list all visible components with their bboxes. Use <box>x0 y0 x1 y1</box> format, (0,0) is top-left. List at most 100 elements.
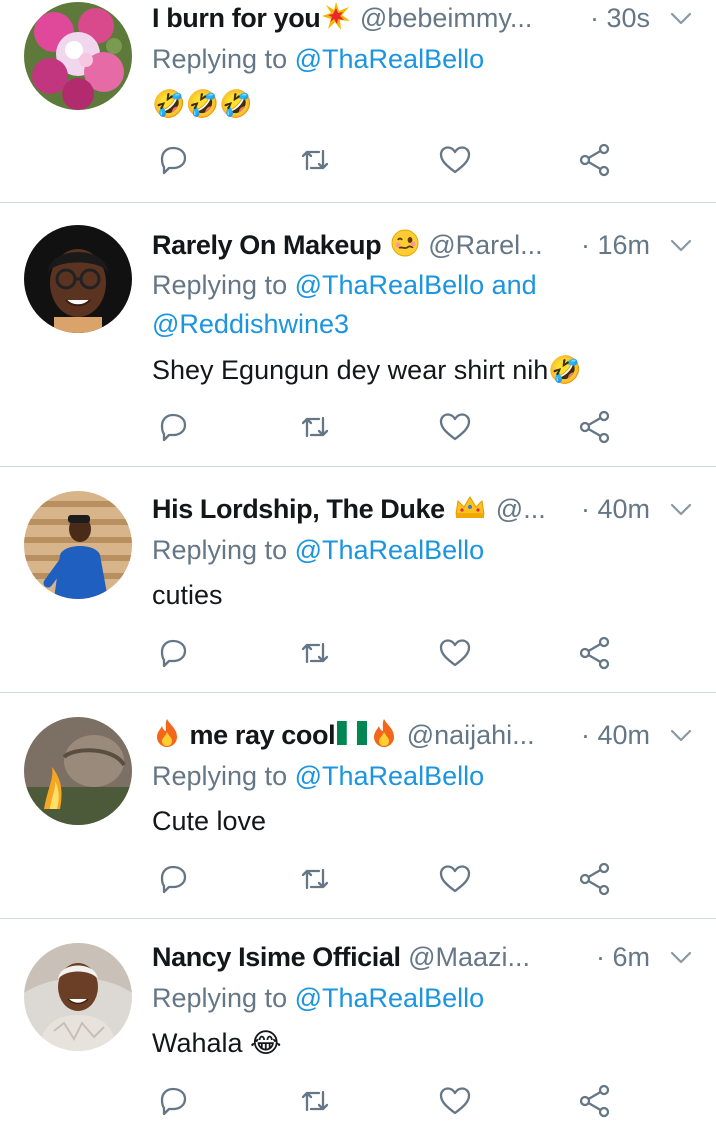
avatar[interactable] <box>24 491 132 599</box>
heart-icon <box>439 413 471 441</box>
display-name[interactable]: me ray cool <box>190 720 336 750</box>
timestamp[interactable]: · 30s <box>583 0 650 38</box>
chevron-down-icon[interactable] <box>668 722 694 748</box>
tweet-actions <box>0 1083 716 1119</box>
retweet-icon <box>301 868 329 890</box>
share-button[interactable] <box>577 861 613 897</box>
tweet-text: Cute love <box>152 806 267 836</box>
reply-button[interactable] <box>155 1083 191 1119</box>
tweet-header: Rarely On Makeup @Rarel... · 16m <box>152 225 696 265</box>
like-button[interactable] <box>437 409 473 445</box>
tweet[interactable]: me ray cool @naijahi... · 40m Replying t… <box>0 693 716 918</box>
replying-to: Replying to @ThaRealBello <box>152 982 484 1015</box>
display-name[interactable]: His Lordship, The Duke <box>152 494 445 524</box>
chevron-down-icon[interactable] <box>668 496 694 522</box>
user-handle[interactable]: @... <box>496 494 546 524</box>
replying-to-prefix: Replying to <box>152 761 288 791</box>
user-handle[interactable]: @Maazi... <box>408 942 530 972</box>
like-button[interactable] <box>437 142 473 178</box>
fire-emoji-icon <box>374 719 395 747</box>
tweet[interactable]: Rarely On Makeup @Rarel... · 16m Replyin… <box>0 203 716 466</box>
reply-icon <box>160 413 187 442</box>
reply-icon <box>160 639 187 668</box>
heart-icon <box>439 1087 471 1115</box>
mention-link[interactable]: @ThaRealBello <box>295 535 485 565</box>
share-icon <box>579 862 610 896</box>
avatar[interactable] <box>24 717 132 825</box>
tweet-text: 🤣🤣🤣 <box>152 89 253 119</box>
reply-button[interactable] <box>155 861 191 897</box>
avatar[interactable] <box>24 2 132 110</box>
share-button[interactable] <box>577 1083 613 1119</box>
replying-to-prefix: Replying to <box>152 44 288 74</box>
share-button[interactable] <box>577 635 613 671</box>
fire-emoji-icon <box>157 719 177 747</box>
replying-to: Replying to @ThaRealBello <box>152 760 484 793</box>
mention-link[interactable]: @ThaRealBello <box>295 44 485 74</box>
share-icon <box>579 1084 610 1118</box>
timestamp[interactable]: · 40m <box>574 489 650 529</box>
share-button[interactable] <box>577 142 613 178</box>
display-name[interactable]: I burn for you <box>152 3 321 33</box>
heart-icon <box>439 639 471 667</box>
reply-button[interactable] <box>155 409 191 445</box>
timestamp[interactable]: · 40m <box>574 715 650 755</box>
replying-to-line2: @Reddishwine3 <box>152 308 349 341</box>
retweet-button[interactable] <box>297 142 333 178</box>
heart-icon <box>439 865 471 893</box>
retweet-icon <box>301 642 329 664</box>
tweet-header: me ray cool @naijahi... · 40m <box>152 715 696 755</box>
user-handle[interactable]: @bebeimmy... <box>360 3 532 33</box>
reply-icon <box>160 146 187 175</box>
mention-and[interactable]: and <box>492 270 537 300</box>
mention-link[interactable]: @Reddishwine3 <box>152 309 349 339</box>
tweet-header: His Lordship, The Duke @... · 40m <box>152 489 696 529</box>
replying-to: Replying to @ThaRealBello <box>152 534 484 567</box>
chevron-down-icon[interactable] <box>668 232 694 258</box>
retweet-button[interactable] <box>297 861 333 897</box>
crown-emoji-icon <box>455 496 485 518</box>
tweet[interactable]: His Lordship, The Duke @... · 40m Replyi… <box>0 467 716 692</box>
like-button[interactable] <box>437 635 473 671</box>
display-name[interactable]: Rarely On Makeup <box>152 230 382 260</box>
display-name[interactable]: Nancy Isime Official <box>152 942 401 972</box>
avatar[interactable] <box>24 225 132 333</box>
tweet-text: Shey Egungun dey wear shirt nih🤣 <box>152 355 582 385</box>
user-handle[interactable]: @Rarel... <box>428 230 542 260</box>
replying-to: Replying to @ThaRealBello <box>152 43 484 76</box>
like-button[interactable] <box>437 1083 473 1119</box>
mention-link[interactable]: @ThaRealBello <box>295 761 485 791</box>
mention-link[interactable]: @ThaRealBello <box>295 270 485 300</box>
replying-to-prefix: Replying to <box>152 535 288 565</box>
reply-button[interactable] <box>155 142 191 178</box>
retweet-button[interactable] <box>297 409 333 445</box>
tweet-text: cuties <box>152 580 223 610</box>
timestamp[interactable]: · 16m <box>574 225 650 265</box>
retweet-button[interactable] <box>297 1083 333 1119</box>
retweet-button[interactable] <box>297 635 333 671</box>
retweet-icon <box>301 416 329 438</box>
mention-link[interactable]: @ThaRealBello <box>295 983 485 1013</box>
replies-feed: I burn for you @bebeimmy... · 30s Replyi… <box>0 0 716 1140</box>
tweet-actions <box>0 861 716 897</box>
timestamp[interactable]: · 6m <box>590 937 650 977</box>
replying-to-prefix: Replying to <box>152 270 288 300</box>
reply-icon <box>160 865 187 894</box>
reply-button[interactable] <box>155 635 191 671</box>
share-button[interactable] <box>577 409 613 445</box>
tweet[interactable]: I burn for you @bebeimmy... · 30s Replyi… <box>0 0 716 200</box>
tweet-actions <box>0 142 716 178</box>
avatar[interactable] <box>24 943 132 1051</box>
tweet[interactable]: Nancy Isime Official @Maazi... · 6m Repl… <box>0 919 716 1140</box>
tweet-header: I burn for you @bebeimmy... · 30s <box>152 0 696 38</box>
like-button[interactable] <box>437 861 473 897</box>
share-icon <box>579 636 610 670</box>
share-icon <box>579 410 610 444</box>
chevron-down-icon[interactable] <box>668 5 694 31</box>
retweet-icon <box>301 1090 329 1112</box>
share-icon <box>579 143 610 177</box>
user-handle[interactable]: @naijahi... <box>407 720 535 750</box>
retweet-icon <box>301 149 329 171</box>
tweet-text: Wahala 😂 <box>152 1028 282 1058</box>
chevron-down-icon[interactable] <box>668 944 694 970</box>
